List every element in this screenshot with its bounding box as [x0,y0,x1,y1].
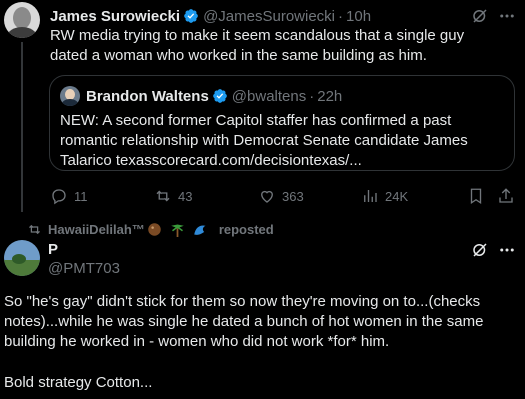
wave-icon [194,224,206,235]
repost-banner: HawaiiDelilah™ reposted [27,220,274,238]
repost-icon [29,224,40,234]
like-icon [261,190,273,203]
quote-card[interactable]: Brandon Waltens @bwaltens · 22h NEW: A s… [49,75,515,171]
separator-dot: · [338,7,344,25]
tweet2-author-name[interactable]: P [48,241,58,258]
reposter-name[interactable]: HawaiiDelilah™ [48,222,145,237]
avatar-body [62,99,78,106]
more-icon[interactable] [498,241,516,259]
tweet1-text: RW media trying to make it seem scandalo… [50,27,465,64]
like-count: 363 [282,188,304,204]
repost-icon [156,190,170,202]
views-count: 24K [385,188,409,204]
coconut-icon [148,222,161,236]
reply-count: 11 [74,188,88,204]
separator-dot: · [309,87,315,105]
quote-time[interactable]: 22h [317,88,342,105]
tweet1-header: James Surowiecki @JamesSurowiecki · 10h [50,7,371,25]
reply-icon [52,189,66,205]
avatar-tree [12,254,26,264]
bookmark-icon[interactable] [467,187,485,205]
share-icon[interactable] [497,187,515,205]
views-button[interactable]: 24K [361,186,408,206]
avatar-face [13,7,31,29]
quote-header: Brandon Waltens @bwaltens · 22h [86,87,342,105]
repost-count: 43 [178,188,193,204]
tweet2-text-line2: Bold strategy Cotton... [4,374,153,391]
quote-author-name[interactable]: Brandon Waltens [86,88,209,105]
tweet1-author-name[interactable]: James Surowiecki [50,8,180,25]
grok-icon[interactable] [471,241,489,259]
avatar-body [7,27,37,38]
tweet2-text: So "he's gay" didn't stick for them so n… [4,293,484,350]
repost-label: reposted [218,221,274,237]
tweet2-author-handle[interactable]: @PMT703 [48,260,120,277]
palm-tree-icon [171,224,184,237]
tweet1-avatar[interactable] [4,2,40,38]
more-icon[interactable] [498,7,516,25]
grok-icon[interactable] [471,7,489,25]
quote-avatar[interactable] [60,86,80,106]
repost-button[interactable]: 43 [154,186,192,206]
like-button[interactable]: 363 [258,186,304,206]
views-icon [364,190,377,202]
verified-icon [212,89,227,103]
tweet1-author-handle[interactable]: @JamesSurowiecki [203,8,335,25]
quote-text: NEW: A second former Capitol staffer has… [60,112,468,169]
tweet1-time[interactable]: 10h [346,8,371,25]
verified-icon [184,9,198,23]
tweet1-action-bar: 11 43 363 24K [50,186,515,206]
quote-author-handle[interactable]: @bwaltens [232,88,306,105]
reply-button[interactable]: 11 [50,186,88,206]
tweet2-avatar[interactable] [4,240,40,276]
thread-line [21,42,23,212]
